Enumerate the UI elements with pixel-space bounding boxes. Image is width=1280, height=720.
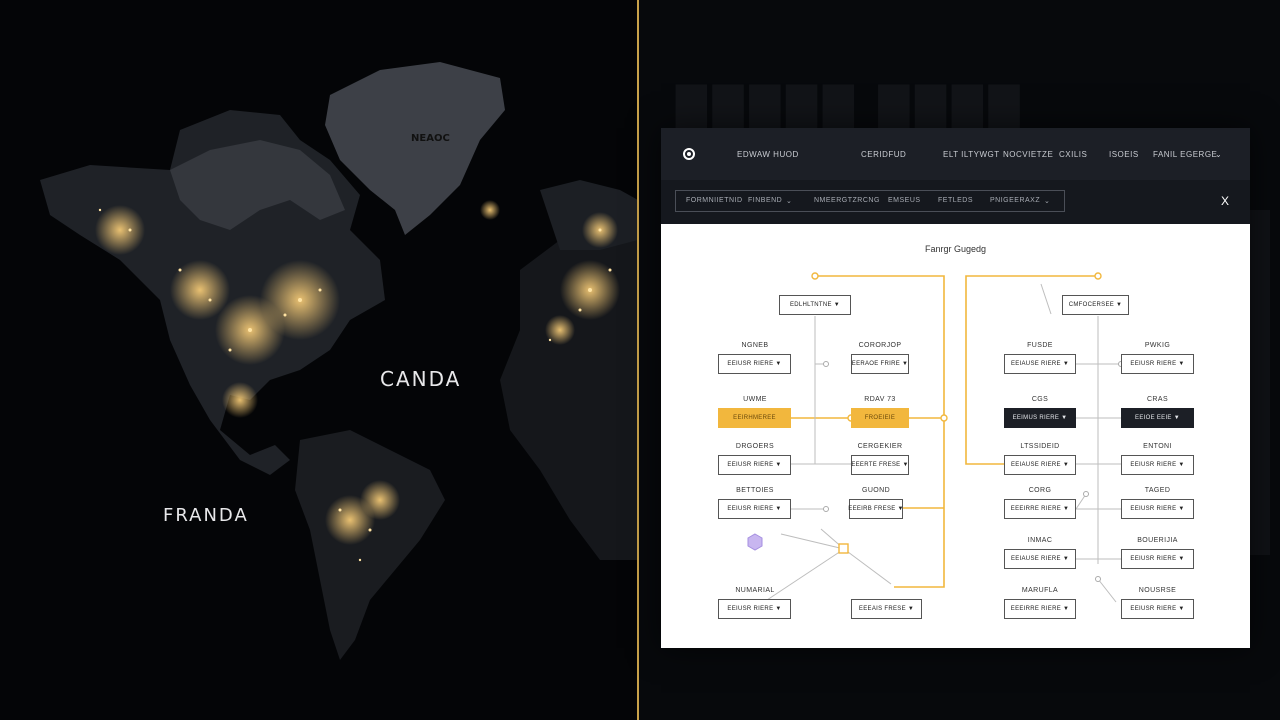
filter-6[interactable]: PNIGEERAXZ [990,197,1040,204]
node-r1-a[interactable]: EEIUSR RIERE ▼ [718,354,791,374]
node-r5-a[interactable]: EEIUSR RIERE ▼ [718,599,791,619]
diagram-connectors [747,272,1124,605]
node-r4-a[interactable]: EEIUSR RIERE ▼ [718,499,791,519]
node-label: LTSSIDEID [1020,443,1060,450]
nav-item-6[interactable]: ISOEIS [1109,150,1139,159]
node-q2-a[interactable]: EEIMUS RIERE ▼ [1004,408,1076,428]
filter-4[interactable]: EMSEUS [888,197,921,204]
panel-shadow [1250,210,1270,555]
logo-icon[interactable] [683,148,695,160]
node-label: CRAS [1146,396,1169,403]
node-q1-b[interactable]: EEIUSR RIERE ▼ [1121,354,1194,374]
node-label: NOUSRSE [1138,587,1177,594]
map-label-greenland: NEAOC [411,133,450,144]
map-label-canada: CANDA [380,367,462,391]
filter-bar[interactable]: FORMNIIETNID FINBEND ⌄ NMEERGTZRCNG EMSE… [675,190,1065,212]
nav-item-1[interactable]: EDWAW HUOD [737,150,799,159]
node-r1-b[interactable]: EERAOE FRIRE ▼ [851,354,909,374]
node-r2-a[interactable]: EEIRHMEREE [718,408,791,428]
node-label: RDAV 73 [864,396,896,403]
nav-item-3[interactable]: ELT ILTYWGT [943,150,1000,159]
node-q6-a[interactable]: EEEIRRE RIERE ▼ [1004,599,1076,619]
node-label: CGS [1031,396,1049,403]
node-label: CORORJOP [858,342,902,349]
filter-2[interactable]: FINBEND [748,197,782,204]
close-button[interactable]: X [1221,194,1229,208]
map-label-south: FRANDA [163,505,249,526]
chevron-down-icon[interactable]: ⌄ [786,197,792,205]
node-q2-b[interactable]: EEIOE EEIE ▼ [1121,408,1194,428]
node-label: BOUERIJIA [1137,537,1178,544]
node-r4-b[interactable]: EEEIRB FRESE ▼ [848,499,903,519]
chevron-down-icon[interactable]: ⌄ [1215,150,1222,159]
node-label: GUOND [861,487,891,494]
node-q1-a[interactable]: EEIAUSE RIERE ▼ [1004,354,1076,374]
nav-item-2[interactable]: CERIDFUD [861,150,906,159]
node-q6-b[interactable]: EEIUSR RIERE ▼ [1121,599,1194,619]
node-label: BETTOIES [736,487,774,494]
node-label: CERGEKIER [857,443,903,450]
node-q5-a[interactable]: EEIAUSE RIERE ▼ [1004,549,1076,569]
node-label: CORG [1028,487,1052,494]
node-r2-b[interactable]: FROEIEIE [851,408,909,428]
nav-item-4[interactable]: NOCVIETZE [1003,150,1053,159]
map-landmass [40,62,638,660]
node-label: NGNEB [741,342,769,349]
node-label: UWME [743,396,767,403]
node-top-left[interactable]: EDLHLTNTNE ▼ [779,295,851,315]
nav-item-5[interactable]: CXILIS [1059,150,1087,159]
filter-1[interactable]: FORMNIIETNID [686,197,743,204]
node-label: ENTONI [1143,443,1172,450]
filter-3[interactable]: NMEERGTZRCNG [814,197,880,204]
node-q3-a[interactable]: EEIAUSE RIERE ▼ [1004,455,1076,475]
node-label: FUSDE [1027,342,1053,349]
node-top-right[interactable]: CMFOCERSEE ▼ [1062,295,1129,315]
node-q5-b[interactable]: EEIUSR RIERE ▼ [1121,549,1194,569]
filter-5[interactable]: FETLEDS [938,197,973,204]
node-label: INMAC [1027,537,1053,544]
node-r5-b[interactable]: EEEAIS FRESE ▼ [851,599,922,619]
node-label: NUMARIAL [735,587,775,594]
chevron-down-icon[interactable]: ⌄ [1044,197,1050,205]
window-topbar: EDWAW HUOD CERIDFUD ELT ILTYWGT NOCVIETZ… [661,128,1250,180]
node-q4-a[interactable]: EEEIRRE RIERE ▼ [1004,499,1076,519]
node-label: MARUFLA [1021,587,1059,594]
diagram-window: EDWAW HUOD CERIDFUD ELT ILTYWGT NOCVIETZ… [661,128,1250,648]
node-label: TAGED [1144,487,1171,494]
world-map[interactable]: NEAOC CANDA FRANDA [0,0,638,720]
node-r3-a[interactable]: EEIUSR RIERE ▼ [718,455,791,475]
node-q4-b[interactable]: EEIUSR RIERE ▼ [1121,499,1194,519]
node-r3-b[interactable]: EEERTE FRESE ▼ [851,455,909,475]
filter-toolbar: FORMNIIETNID FINBEND ⌄ NMEERGTZRCNG EMSE… [661,180,1250,224]
node-label: PWKIG [1144,342,1171,349]
nav-item-7[interactable]: FANIL EGERGE [1153,150,1217,159]
node-q3-b[interactable]: EEIUSR RIERE ▼ [1121,455,1194,475]
node-label: DRGOERS [735,443,775,450]
diagram-title: Fanrgr Gugedg [924,244,987,254]
ghost-title: █████ ████ [676,86,1026,132]
diagram-canvas: Fanrgr Gugedg EDLHLTNTNE ▼ NGNEB EEIUSR … [661,224,1250,648]
